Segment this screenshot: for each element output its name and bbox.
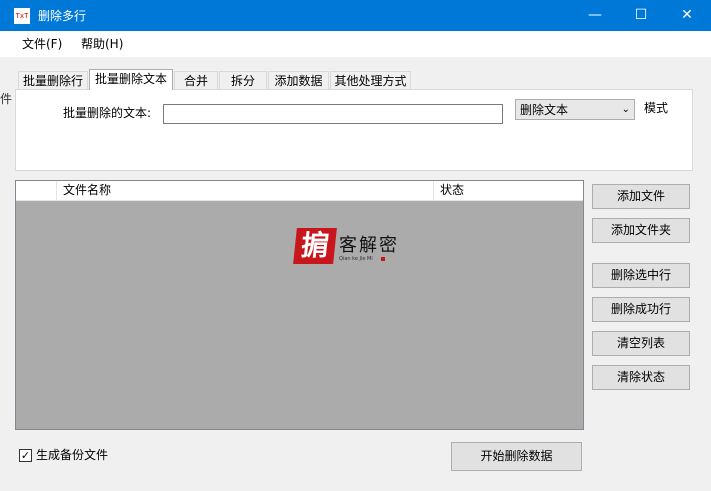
clipped-background-text: 件 bbox=[0, 92, 13, 106]
tab-delete-text[interactable]: 批量删除文本 bbox=[89, 69, 173, 90]
menu-bar: 文件(F) 帮助(H) bbox=[0, 31, 711, 57]
logo-mark: 掮 bbox=[293, 228, 337, 264]
delete-text-input[interactable] bbox=[163, 104, 503, 124]
tab-delete-lines[interactable]: 批量删除行 bbox=[18, 71, 88, 89]
tab-other-methods[interactable]: 其他处理方式 bbox=[330, 71, 411, 89]
maximize-button[interactable]: ☐ bbox=[618, 0, 664, 31]
tab-merge[interactable]: 合并 bbox=[174, 71, 218, 89]
close-button[interactable]: ✕ bbox=[664, 0, 710, 31]
mode-label: 模式 bbox=[644, 101, 669, 115]
chevron-down-icon: ⌄ bbox=[621, 104, 630, 115]
app-icon: TxT bbox=[14, 8, 30, 24]
delete-success-rows-button[interactable]: 删除成功行 bbox=[592, 297, 690, 322]
clear-status-button[interactable]: 清除状态 bbox=[592, 365, 690, 390]
add-file-button[interactable]: 添加文件 bbox=[592, 184, 690, 209]
menu-file[interactable]: 文件(F) bbox=[22, 37, 62, 51]
file-list[interactable]: 文件名称 状态 bbox=[15, 180, 584, 430]
column-header-index[interactable] bbox=[16, 181, 57, 200]
column-header-filename[interactable]: 文件名称 bbox=[57, 181, 434, 200]
window-title: 删除多行 bbox=[38, 9, 87, 23]
menu-help[interactable]: 帮助(H) bbox=[81, 37, 123, 51]
watermark-logo: 掮 客解密 Qian ke Jie Mi bbox=[293, 228, 415, 268]
backup-checkbox-label[interactable]: 生成备份文件 bbox=[36, 448, 108, 462]
title-bar[interactable]: TxT 删除多行 — ☐ ✕ bbox=[0, 0, 711, 31]
logo-text: 客解密 bbox=[339, 235, 399, 256]
minimize-button[interactable]: — bbox=[572, 0, 618, 31]
list-header: 文件名称 状态 bbox=[16, 181, 583, 201]
tab-add-data[interactable]: 添加数据 bbox=[268, 71, 329, 89]
delete-selected-rows-button[interactable]: 删除选中行 bbox=[592, 263, 690, 288]
mode-select[interactable]: 删除文本 ⌄ bbox=[515, 99, 635, 120]
start-delete-button[interactable]: 开始删除数据 bbox=[451, 442, 582, 471]
logo-dot bbox=[381, 257, 385, 261]
column-header-status[interactable]: 状态 bbox=[434, 181, 583, 200]
tab-split[interactable]: 拆分 bbox=[219, 71, 267, 89]
clear-list-button[interactable]: 清空列表 bbox=[592, 331, 690, 356]
delete-text-label: 批量删除的文本: bbox=[63, 106, 152, 120]
logo-subtext: Qian ke Jie Mi bbox=[339, 256, 373, 262]
mode-select-value: 删除文本 bbox=[520, 103, 569, 117]
add-folder-button[interactable]: 添加文件夹 bbox=[592, 218, 690, 243]
backup-checkbox[interactable]: ✓ bbox=[19, 449, 32, 462]
